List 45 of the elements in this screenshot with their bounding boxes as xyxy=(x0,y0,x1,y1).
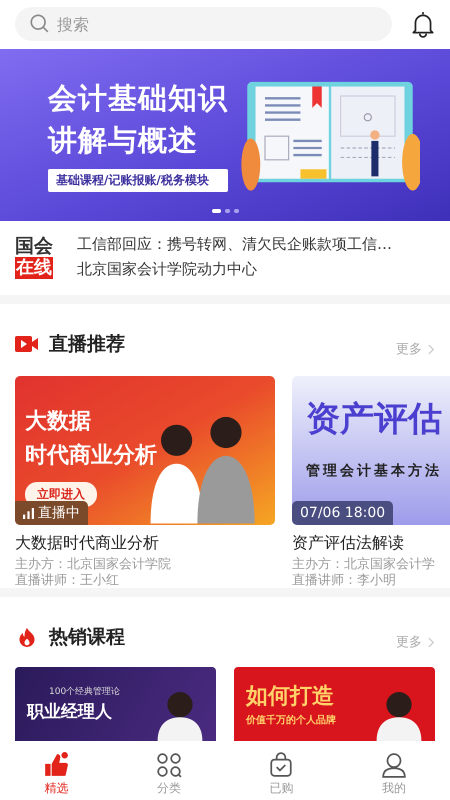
video-camera-icon xyxy=(15,334,39,354)
course-poster[interactable]: 如何打造 价值千万的个人品牌 xyxy=(234,667,435,741)
section-title: 热销课程 xyxy=(49,625,125,650)
news-source: 北京国家会计学院动力中心 xyxy=(77,260,258,279)
tab-bar-item[interactable]: 我的 xyxy=(338,748,450,800)
chevron-right-icon xyxy=(428,636,435,648)
banner-image[interactable]: 会计基础知识 讲解与概述 基础课程/记账报账/税务模块 xyxy=(0,49,450,221)
schedule-badge: 07/06 18:00 xyxy=(292,501,394,525)
course-title[interactable]: 资产评估法解读 xyxy=(292,533,450,554)
lecturer-text: 直播讲师：王小红 xyxy=(15,574,120,588)
host-text: 主办方：北京国家会计学院 xyxy=(15,558,172,572)
lecturer-text: 直播讲师：李小明 xyxy=(292,574,397,588)
logo-badge: 在线 xyxy=(15,257,53,279)
course-poster[interactable]: 资产评估 管理会计基本方法 07/06 18:00 xyxy=(292,376,450,525)
thumbs-up-icon xyxy=(43,752,70,778)
banner-tagline: 基础课程/记账报账/税务模块 xyxy=(48,168,228,192)
poster-title: 价值千万的个人品牌 xyxy=(246,714,336,727)
banner-headline: 讲解与概述 xyxy=(48,122,199,158)
logo-text: 国会 xyxy=(15,235,53,257)
tab-bar-item[interactable]: 已购 xyxy=(225,748,338,800)
person-icon xyxy=(380,752,407,778)
tab-bar-item[interactable]: 分类 xyxy=(112,748,225,800)
poster-title: 职业经理人 xyxy=(27,701,113,723)
course-poster[interactable]: 大数据 时代商业分析 立即进入 直播中 xyxy=(15,376,275,525)
bell-icon[interactable] xyxy=(410,10,436,38)
search-field[interactable]: 搜索 xyxy=(15,7,392,41)
grid-icon xyxy=(156,752,182,778)
bag-icon xyxy=(268,752,294,778)
live-badge: 直播中 xyxy=(15,501,88,525)
host-text: 主办方：北京国家会计学 xyxy=(292,558,436,572)
section-title: 直播推荐 xyxy=(49,332,125,357)
course-poster[interactable]: 100个经典管理论 职业经理人 xyxy=(15,667,216,741)
poster-title: 大数据 xyxy=(25,408,91,436)
news-headline[interactable]: 工信部回应：携号转网、清欠民企账款项工信… xyxy=(77,235,392,254)
search-icon xyxy=(29,13,51,35)
poster-title: 资产评估 xyxy=(306,398,442,441)
signal-bars-icon xyxy=(23,508,34,518)
banner-headline: 会计基础知识 xyxy=(48,80,228,116)
poster-title: 100个经典管理论 xyxy=(48,686,120,698)
course-title[interactable]: 大数据时代商业分析 xyxy=(15,533,275,554)
poster-title: 管理会计基本方法 xyxy=(306,462,442,480)
tab-bar-item[interactable]: 精选 xyxy=(0,748,112,800)
chevron-right-icon xyxy=(428,344,435,354)
poster-title: 如何打造 xyxy=(246,683,335,711)
poster-title: 时代商业分析 xyxy=(25,442,157,470)
